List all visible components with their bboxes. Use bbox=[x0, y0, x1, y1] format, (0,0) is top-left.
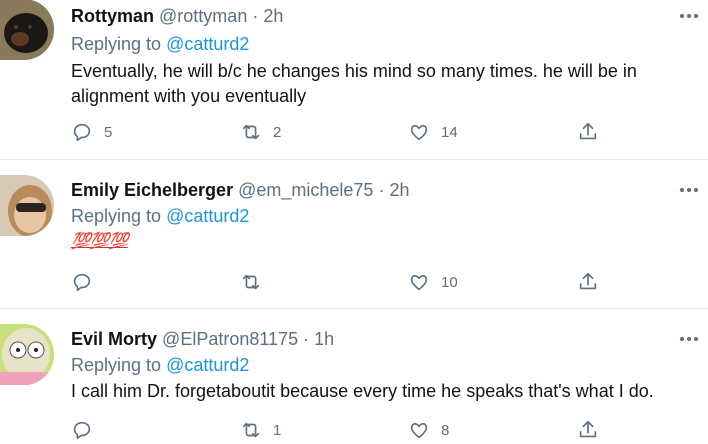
share-button[interactable] bbox=[577, 270, 599, 294]
like-icon bbox=[410, 124, 428, 141]
retweet-icon bbox=[242, 422, 260, 438]
timestamp[interactable]: 1h bbox=[314, 329, 334, 349]
timestamp[interactable]: 2h bbox=[263, 6, 283, 26]
like-button[interactable]: 8 bbox=[408, 418, 449, 442]
replying-prefix: Replying to bbox=[71, 34, 162, 54]
tweet[interactable]: Emily Eichelberger @em_michele75 · 2h Re… bbox=[0, 160, 708, 309]
avatar[interactable] bbox=[0, 0, 54, 60]
hundred-emoji-text: 💯💯💯 bbox=[71, 233, 129, 250]
more-icon[interactable] bbox=[680, 185, 700, 195]
like-icon bbox=[410, 274, 428, 291]
tweet-actions: 5 2 14 bbox=[71, 120, 611, 144]
retweet-count: 2 bbox=[273, 123, 282, 141]
tweet-actions: 1 8 bbox=[71, 418, 611, 442]
tweet-header: Evil Morty @ElPatron81175 · 1h bbox=[71, 328, 334, 350]
like-button[interactable]: 10 bbox=[408, 270, 458, 294]
display-name[interactable]: Rottyman bbox=[71, 6, 154, 26]
like-button[interactable]: 14 bbox=[408, 120, 458, 144]
separator: · bbox=[378, 180, 385, 200]
tweet-text: I call him Dr. forgetaboutit because eve… bbox=[71, 381, 654, 401]
replying-prefix: Replying to bbox=[71, 206, 162, 226]
tweet[interactable]: Evil Morty @ElPatron81175 · 1h Replying … bbox=[0, 309, 708, 444]
like-count: 8 bbox=[441, 421, 450, 439]
separator: · bbox=[252, 6, 259, 26]
like-count: 14 bbox=[441, 123, 458, 141]
tweet-text: 💯💯💯 bbox=[71, 228, 681, 254]
share-button[interactable] bbox=[577, 120, 599, 144]
reply-button[interactable] bbox=[71, 418, 104, 442]
mention-link[interactable]: @catturd2 bbox=[166, 206, 249, 226]
user-handle[interactable]: @ElPatron81175 bbox=[162, 329, 298, 349]
replying-to: Replying to @catturd2 bbox=[71, 354, 249, 376]
retweet-button[interactable] bbox=[240, 270, 273, 294]
mention-link[interactable]: @catturd2 bbox=[166, 355, 249, 375]
reply-button[interactable] bbox=[71, 270, 104, 294]
reply-button[interactable]: 5 bbox=[71, 120, 112, 144]
retweet-icon bbox=[242, 124, 260, 140]
tweet-actions: 10 bbox=[71, 270, 611, 294]
user-handle[interactable]: @rottyman bbox=[159, 6, 247, 26]
like-count: 10 bbox=[441, 273, 458, 291]
retweet-count: 1 bbox=[273, 421, 282, 439]
share-icon bbox=[579, 122, 597, 140]
more-icon[interactable] bbox=[680, 11, 700, 21]
reply-icon bbox=[73, 123, 91, 142]
timestamp[interactable]: 2h bbox=[389, 180, 409, 200]
replying-to: Replying to @catturd2 bbox=[71, 205, 249, 227]
replying-to: Replying to @catturd2 bbox=[71, 33, 249, 55]
share-button[interactable] bbox=[577, 418, 599, 442]
more-icon[interactable] bbox=[680, 334, 700, 344]
replying-prefix: Replying to bbox=[71, 355, 162, 375]
share-icon bbox=[579, 420, 597, 438]
display-name[interactable]: Evil Morty bbox=[71, 329, 157, 349]
reply-count: 5 bbox=[104, 123, 113, 141]
user-handle[interactable]: @em_michele75 bbox=[238, 180, 373, 200]
like-icon bbox=[410, 422, 428, 439]
tweet-header: Rottyman @rottyman · 2h bbox=[71, 5, 283, 27]
display-name[interactable]: Emily Eichelberger bbox=[71, 180, 233, 200]
reply-icon bbox=[73, 273, 91, 292]
tweet[interactable]: Rottyman @rottyman · 2h Replying to @cat… bbox=[0, 0, 708, 160]
tweet-header: Emily Eichelberger @em_michele75 · 2h bbox=[71, 179, 410, 201]
retweet-button[interactable]: 2 bbox=[240, 120, 281, 144]
retweet-icon bbox=[242, 274, 260, 290]
retweet-button[interactable]: 1 bbox=[240, 418, 281, 442]
tweet-text: Eventually, he will b/c he changes his m… bbox=[71, 61, 637, 106]
share-icon bbox=[579, 272, 597, 290]
avatar[interactable] bbox=[0, 175, 54, 236]
mention-link[interactable]: @catturd2 bbox=[166, 34, 249, 54]
avatar[interactable] bbox=[0, 324, 54, 385]
reply-icon bbox=[73, 421, 91, 440]
separator: · bbox=[303, 329, 310, 349]
